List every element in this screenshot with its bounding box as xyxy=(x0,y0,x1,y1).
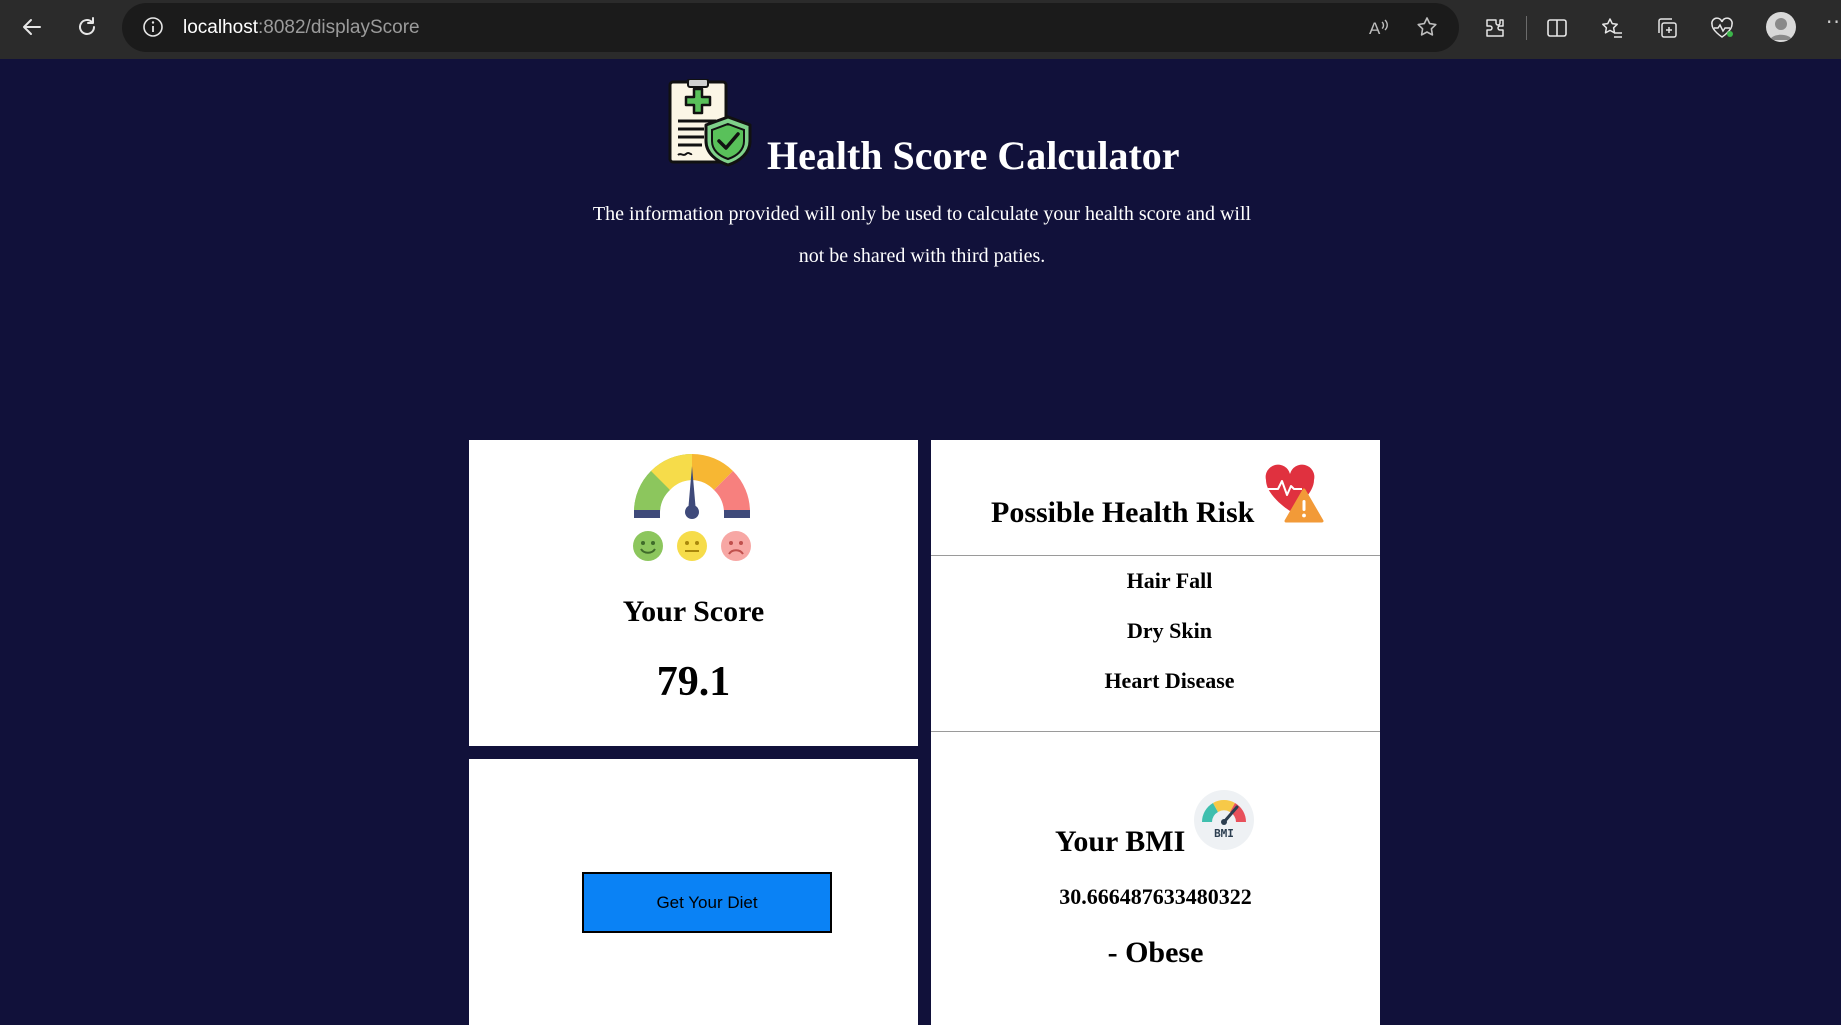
bmi-title: Your BMI xyxy=(1055,825,1186,858)
bmi-category: - Obese xyxy=(1107,936,1204,969)
health-document-shield-icon xyxy=(666,78,758,169)
heart-warning-icon xyxy=(1262,463,1324,525)
refresh-icon[interactable] xyxy=(67,9,107,45)
more-icon[interactable]: ··· xyxy=(1826,10,1841,34)
info-icon[interactable] xyxy=(142,16,164,43)
risk-item: Hair Fall xyxy=(1126,568,1213,593)
bmi-gauge-icon: BMI xyxy=(1193,789,1255,851)
url-path: :8082/displayScore xyxy=(258,17,420,38)
address-bar[interactable]: localhost:8082/displayScore A xyxy=(122,3,1459,52)
favorite-star-icon[interactable] xyxy=(1415,15,1439,44)
collections-icon[interactable] xyxy=(1652,13,1682,43)
health-risk-title: Possible Health Risk xyxy=(991,496,1255,529)
favorites-icon[interactable] xyxy=(1597,13,1627,43)
health-risk-card: Possible Health Risk Hair Fall Dry Skin … xyxy=(931,440,1380,1025)
bmi-icon-text: BMI xyxy=(1214,827,1234,840)
risk-item: Dry Skin xyxy=(1127,618,1212,643)
split-screen-icon[interactable] xyxy=(1542,13,1572,43)
privacy-description: The information provided will only be us… xyxy=(582,193,1262,277)
risk-divider-top xyxy=(931,555,1380,556)
extensions-icon[interactable] xyxy=(1480,13,1510,43)
health-risk-list: Hair Fall Dry Skin Heart Disease xyxy=(931,568,1380,718)
score-value: 79.1 xyxy=(656,659,731,705)
risk-divider-bottom xyxy=(931,731,1380,732)
score-card: Your Score 79.1 xyxy=(469,440,918,746)
page-content: Health Score Calculator The information … xyxy=(2,59,1841,1025)
diet-card: Get Your Diet xyxy=(469,759,918,1025)
browser-toolbar: localhost:8082/displayScore A ··· xyxy=(0,0,1841,59)
svg-text:A: A xyxy=(1369,19,1381,38)
score-label: Your Score xyxy=(622,595,765,628)
profile-avatar-icon[interactable] xyxy=(1766,12,1796,42)
description-line-1: The information provided will only be us… xyxy=(592,203,1252,225)
bmi-value: 30.666487633480322 xyxy=(1059,884,1252,909)
description-line-2: not be shared with third paties. xyxy=(798,245,1046,267)
get-your-diet-button[interactable]: Get Your Diet xyxy=(582,872,832,933)
risk-item: Heart Disease xyxy=(1104,668,1235,693)
url-host: localhost xyxy=(183,17,258,38)
url-text[interactable]: localhost:8082/displayScore xyxy=(183,17,420,39)
page-title: Health Score Calculator xyxy=(767,133,1180,178)
browser-essentials-icon[interactable] xyxy=(1707,13,1737,43)
gauge-meter-icon xyxy=(630,448,754,563)
back-icon[interactable] xyxy=(12,9,52,45)
read-aloud-icon[interactable]: A xyxy=(1367,15,1391,44)
toolbar-divider xyxy=(1526,16,1527,40)
